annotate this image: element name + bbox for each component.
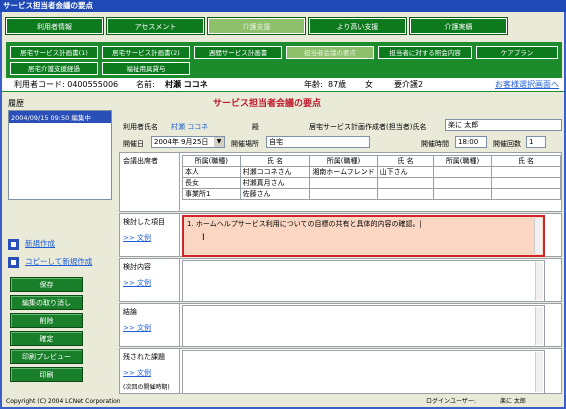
- subtab-weekly-plan[interactable]: 週間サービス計画書: [194, 46, 282, 59]
- history-label: 履歴: [8, 99, 24, 108]
- confirm-button[interactable]: 確定: [10, 331, 83, 346]
- remaining-textarea[interactable]: [182, 350, 545, 394]
- count-label: 開催回数: [493, 140, 521, 148]
- chevron-down-icon[interactable]: ▼: [214, 137, 224, 147]
- age-label: 年齢:: [304, 80, 323, 89]
- tab-higher-support[interactable]: より高い支援: [308, 17, 407, 35]
- scrollbar[interactable]: [535, 262, 543, 300]
- time-label: 開催時間: [421, 140, 449, 148]
- login-label: ログインユーザー:: [426, 398, 476, 405]
- next-meeting-note: (次回の開催時期): [123, 384, 170, 391]
- place-field[interactable]: 自宅: [266, 136, 370, 148]
- history-item[interactable]: 2004/09/15 09:50 編集中: [9, 111, 111, 123]
- content-textarea[interactable]: [182, 260, 545, 302]
- footer: Copyright (C) 2004 LCNet Corporation ログイ…: [2, 397, 564, 407]
- remaining-example-link[interactable]: >> 文例: [123, 368, 176, 378]
- sex-value: 女: [365, 80, 373, 89]
- subtab-care-plan-1[interactable]: 居宅サービス計画書(1): [10, 46, 98, 59]
- planner-label: 居宅サービス計画作成者(担当者)氏名: [309, 123, 427, 131]
- print-preview-button[interactable]: 印刷プレビュー: [10, 349, 83, 364]
- subtab-meeting-summary[interactable]: 担当者会議の要点: [286, 46, 374, 59]
- honorific: 殿: [252, 123, 259, 131]
- subtab-welfare-rental[interactable]: 福祉用具貸与: [102, 62, 190, 75]
- examine-textarea[interactable]: 1. ホームヘルプサービス利用についての目標の共有と具体的内容の確認。| I: [182, 215, 545, 257]
- main-nav: 利用者情報 アセスメント 介護支援 より高い支援 介護実績: [5, 17, 508, 35]
- print-button[interactable]: 印刷: [10, 367, 83, 382]
- form-area: サービス担当者会議の要点 利用者氏名 村瀬 ココネ 殿 居宅サービス計画作成者(…: [119, 96, 562, 396]
- count-field[interactable]: 1: [526, 136, 546, 148]
- subtab-care-plan[interactable]: ケアプラン: [476, 46, 558, 59]
- history-list[interactable]: 2004/09/15 09:50 編集中: [8, 110, 112, 200]
- form-title: サービス担当者会議の要点: [213, 99, 322, 109]
- cursor-icon: I: [202, 233, 205, 243]
- user-name: 村瀬 ココネ: [165, 80, 208, 89]
- left-panel: 履歴 2004/09/15 09:50 編集中 新規作成 コピーして新規作成 保…: [8, 96, 112, 396]
- planner-field[interactable]: 楽に 太郎: [445, 119, 562, 131]
- scrollbar[interactable]: [535, 352, 543, 392]
- remaining-label: 残された課題 >> 文例 (次回の開催時期): [120, 349, 180, 393]
- examine-example-link[interactable]: >> 文例: [123, 233, 176, 243]
- app-window: 利用者情報 アセスメント 介護支援 より高い支援 介護実績 居宅サービス計画書(…: [0, 12, 566, 409]
- tab-care-record[interactable]: 介護実績: [409, 17, 508, 35]
- customer-select-link[interactable]: お客様選択画面へ: [495, 78, 559, 92]
- content-section: 検討内容 >> 文例: [119, 258, 562, 302]
- subtab-support-log[interactable]: 居宅介護支援経過: [10, 62, 98, 75]
- content-example-link[interactable]: >> 文例: [123, 278, 176, 288]
- copy-icon: [8, 256, 19, 268]
- subtab-care-plan-2[interactable]: 居宅サービス計画書(2): [102, 46, 190, 59]
- examine-section: 検討した項目 >> 文例 1. ホームヘルプサービス利用についての目標の共有と具体…: [119, 213, 562, 257]
- time-field[interactable]: 18:00: [455, 136, 487, 148]
- user-code: 利用者コード: 0400555006: [14, 80, 119, 89]
- tab-care-support[interactable]: 介護支援: [207, 17, 306, 35]
- copy-new-link[interactable]: コピーして新規作成: [8, 256, 92, 268]
- sub-nav: 居宅サービス計画書(1) 居宅サービス計画書(2) 週間サービス計画書 担当者会…: [6, 42, 562, 78]
- delete-button[interactable]: 削除: [10, 313, 83, 328]
- user-name-label: 利用者氏名: [123, 123, 158, 131]
- care-level: 要介護2: [394, 80, 424, 89]
- table-row[interactable]: 本人 村瀬ココネさん 湘南ホームフレンド 山下さん: [182, 166, 562, 178]
- conclusion-textarea[interactable]: [182, 305, 545, 347]
- subtab-inquiry[interactable]: 担当者に対する照会内容: [378, 46, 472, 59]
- conclusion-section: 結論 >> 文例: [119, 303, 562, 347]
- attendees-section: 会議出席者 所属(職種) 氏 名所属(職種) 氏 名所属(職種) 氏 名 本人 村瀬ココ…: [119, 152, 562, 212]
- user-info-bar: 利用者コード: 0400555006 名前: 村瀬 ココネ 年齢: 87歳 女 …: [2, 78, 564, 92]
- content-label: 検討内容 >> 文例: [120, 259, 180, 301]
- conclusion-example-link[interactable]: >> 文例: [123, 323, 176, 333]
- examine-label: 検討した項目 >> 文例: [120, 214, 180, 256]
- new-link[interactable]: 新規作成: [8, 238, 55, 250]
- save-button[interactable]: 保存: [10, 277, 83, 292]
- login-user: 楽に 太郎: [500, 398, 526, 405]
- attendees-table: 所属(職種) 氏 名所属(職種) 氏 名所属(職種) 氏 名 本人 村瀬ココネさん 湘南ホ…: [182, 155, 562, 200]
- table-row[interactable]: 長女 村瀬真月さん: [182, 177, 562, 189]
- tab-assessment[interactable]: アセスメント: [106, 17, 205, 35]
- cancel-edit-button[interactable]: 編集の取り消し: [10, 295, 83, 310]
- tab-user-info[interactable]: 利用者情報: [5, 17, 104, 35]
- table-row[interactable]: 事業所1 佐藤さん: [182, 188, 562, 200]
- window-title: サービス担当者会議の要点: [0, 0, 566, 12]
- attendees-label: 会議出席者: [120, 153, 180, 211]
- place-label: 開催場所: [231, 140, 259, 148]
- remaining-section: 残された課題 >> 文例 (次回の開催時期): [119, 348, 562, 394]
- table-header-row: 所属(職種) 氏 名所属(職種) 氏 名所属(職種) 氏 名: [182, 155, 562, 167]
- age-value: 87歳: [328, 80, 347, 89]
- scrollbar[interactable]: [534, 218, 542, 254]
- scrollbar[interactable]: [535, 307, 543, 345]
- date-label: 開催日: [123, 140, 144, 148]
- new-icon: [8, 238, 19, 250]
- date-field[interactable]: 2004年 9月25日 ▼: [151, 136, 225, 148]
- copyright: Copyright (C) 2004 LCNet Corporation: [6, 398, 121, 405]
- user-name-value: 村瀬 ココネ: [171, 123, 209, 131]
- name-label: 名前:: [136, 80, 155, 89]
- conclusion-label: 結論 >> 文例: [120, 304, 180, 346]
